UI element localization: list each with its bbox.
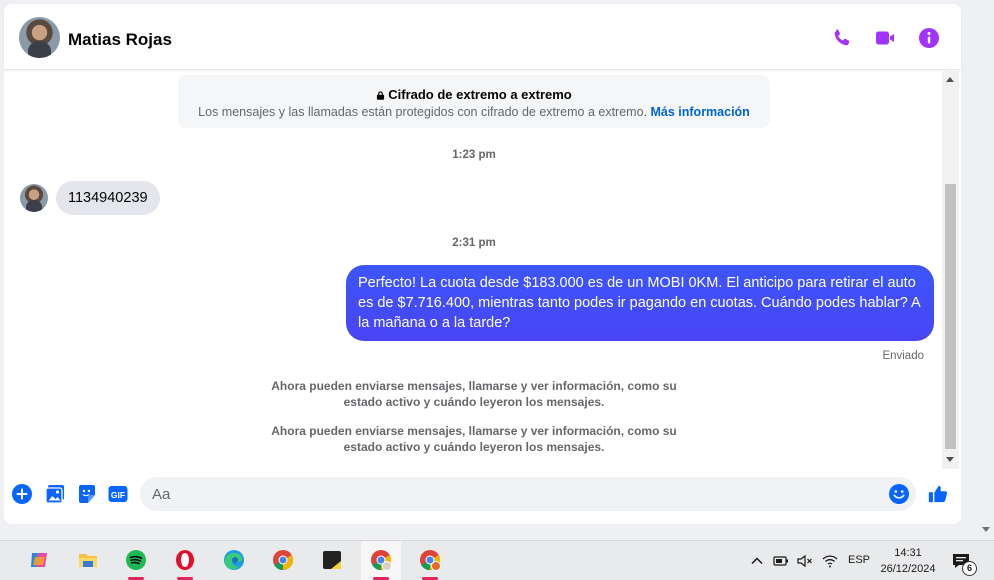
video-icon[interactable] bbox=[873, 26, 897, 50]
chrome-profile-2-icon bbox=[420, 550, 441, 571]
outgoing-message[interactable]: Perfecto! La cuota desde $183.000 es de … bbox=[346, 265, 934, 341]
more-info-link[interactable]: Más información bbox=[651, 105, 750, 119]
contact-avatar-small[interactable] bbox=[20, 184, 48, 212]
timestamp: 2:31 pm bbox=[452, 237, 496, 249]
input-language[interactable]: ESP bbox=[848, 554, 870, 566]
system-note: Ahora pueden enviarse mensajes, llamarse… bbox=[271, 379, 677, 409]
plus-icon[interactable] bbox=[11, 483, 33, 505]
show-hidden-icons-chevron-icon[interactable] bbox=[748, 552, 766, 570]
sticky-notes-app[interactable] bbox=[312, 541, 352, 580]
edge-app[interactable] bbox=[214, 541, 254, 580]
sticker-icon[interactable] bbox=[76, 483, 98, 505]
lock-icon bbox=[377, 91, 385, 100]
taskbar: ESP 14:31 26/12/2024 6 bbox=[0, 540, 994, 580]
copilot-icon bbox=[31, 553, 47, 567]
system-note: Ahora pueden enviarse mensajes, llamarse… bbox=[271, 424, 677, 454]
system-clock[interactable]: 14:31 26/12/2024 bbox=[872, 545, 944, 577]
like-icon[interactable] bbox=[927, 483, 951, 507]
chrome-profile-icon bbox=[371, 550, 392, 571]
file-explorer-app[interactable] bbox=[68, 541, 108, 580]
opera-app[interactable] bbox=[165, 541, 205, 580]
copilot-app[interactable] bbox=[19, 541, 59, 580]
battery-icon[interactable] bbox=[772, 552, 790, 570]
emoji-icon[interactable] bbox=[888, 483, 910, 505]
clock-time: 14:31 bbox=[894, 547, 922, 559]
chat-header: Matias Rojas bbox=[4, 4, 961, 70]
wifi-icon[interactable] bbox=[821, 552, 839, 570]
contact-name[interactable]: Matias Rojas bbox=[68, 30, 172, 50]
folder-icon bbox=[79, 554, 97, 567]
timestamp: 1:23 pm bbox=[452, 149, 496, 161]
sticky-notes-icon bbox=[323, 551, 341, 569]
sent-status: Enviado bbox=[882, 350, 924, 362]
message-thread[interactable]: Cifrado de extremo a extremo Los mensaje… bbox=[4, 71, 961, 469]
photo-icon[interactable] bbox=[44, 483, 66, 505]
encryption-text: Los mensajes y las llamadas están proteg… bbox=[198, 105, 648, 119]
info-icon[interactable] bbox=[917, 26, 941, 50]
volume-muted-icon[interactable] bbox=[796, 552, 814, 570]
message-composer: GIF bbox=[4, 474, 961, 514]
phone-icon[interactable] bbox=[830, 26, 854, 50]
chrome-profile-2-app[interactable] bbox=[410, 541, 450, 580]
spotify-app[interactable] bbox=[116, 541, 156, 580]
page-scroll-down-arrow[interactable] bbox=[982, 527, 990, 532]
chrome-app[interactable] bbox=[263, 541, 303, 580]
message-input-wrap bbox=[140, 477, 916, 511]
chrome-profile-app[interactable] bbox=[361, 541, 401, 580]
notification-count-badge: 6 bbox=[962, 561, 977, 576]
message-input[interactable] bbox=[152, 477, 882, 511]
encryption-title: Cifrado de extremo a extremo bbox=[388, 87, 572, 102]
gif-label: GIF bbox=[111, 490, 125, 500]
messenger-window: Matias Rojas Cifrado de extremo a extrem… bbox=[4, 4, 961, 524]
scroll-down-arrow[interactable] bbox=[946, 457, 954, 462]
contact-avatar[interactable] bbox=[19, 17, 60, 58]
incoming-message[interactable]: 1134940239 bbox=[56, 181, 160, 215]
scroll-thumb[interactable] bbox=[945, 184, 956, 449]
gif-icon[interactable]: GIF bbox=[107, 483, 129, 505]
edge-icon bbox=[224, 550, 244, 570]
thread-scrollbar[interactable] bbox=[942, 71, 959, 469]
spotify-icon bbox=[126, 550, 146, 570]
encryption-notice: Cifrado de extremo a extremo Los mensaje… bbox=[178, 75, 770, 128]
scroll-up-arrow[interactable] bbox=[946, 77, 954, 82]
opera-icon bbox=[176, 550, 194, 570]
chrome-icon bbox=[273, 550, 294, 571]
clock-date: 26/12/2024 bbox=[880, 563, 936, 575]
